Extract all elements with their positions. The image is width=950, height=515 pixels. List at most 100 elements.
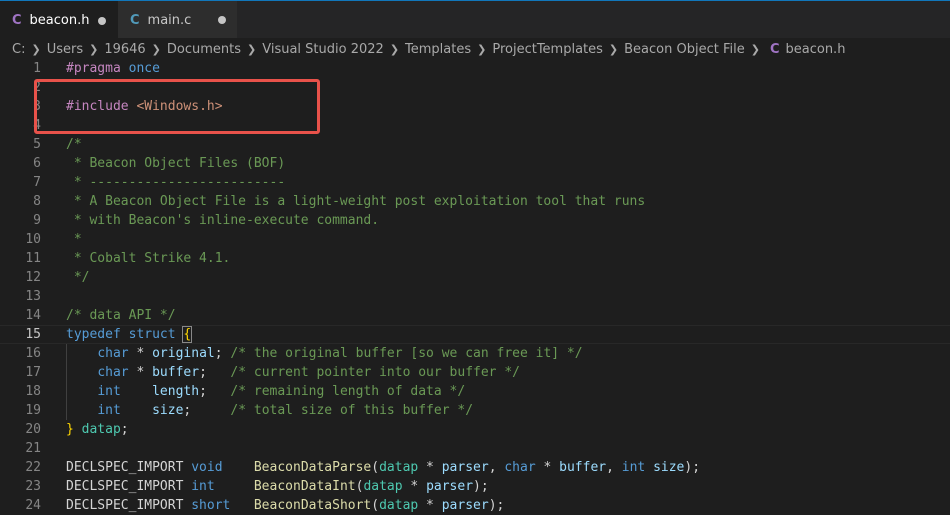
code-token: #pragma <box>66 61 121 76</box>
code-token: * Cobalt Strike 4.1. <box>66 251 231 266</box>
code-text: } datap; <box>66 420 129 439</box>
line-number: 5 <box>33 137 41 152</box>
code-text: * <box>66 230 82 249</box>
code-line[interactable]: 1 #pragma once <box>0 59 950 78</box>
breadcrumb-item[interactable]: Visual Studio 2022 <box>262 42 384 57</box>
breadcrumb-item[interactable]: Users <box>47 42 83 57</box>
code-token: /* remaining length of data */ <box>230 384 466 399</box>
code-token: * <box>128 365 153 380</box>
code-line[interactable]: 14 /* data API */ <box>0 306 950 325</box>
line-number: 24 <box>25 498 41 513</box>
code-text: int length; /* remaining length of data … <box>66 382 465 401</box>
code-token: * ------------------------- <box>66 175 286 190</box>
line-number: 18 <box>25 384 41 399</box>
code-token: int <box>97 403 121 418</box>
code-token: datap <box>379 498 419 513</box>
code-line[interactable]: 23 DECLSPEC_IMPORT int BeaconDataInt(data… <box>0 477 950 496</box>
code-line[interactable]: 19 int size; /* total size of this buffe… <box>0 401 950 420</box>
code-line[interactable]: 20 } datap; <box>0 420 950 439</box>
c-file-icon: C <box>769 41 780 57</box>
code-text: char * buffer; /* current pointer into o… <box>66 363 520 382</box>
line-number: 12 <box>25 270 41 285</box>
code-line[interactable]: 7 * ------------------------- <box>0 173 950 192</box>
code-token: char <box>97 365 129 380</box>
unsaved-dot-icon[interactable] <box>218 16 226 24</box>
chevron-right-icon: ❯ <box>89 42 99 56</box>
code-line[interactable]: 16 char * original; /* the original buff… <box>0 344 950 363</box>
code-token: ; <box>214 346 231 361</box>
tab-label: main.c <box>147 12 192 28</box>
code-line[interactable]: 18 int length; /* remaining length of da… <box>0 382 950 401</box>
line-number: 16 <box>25 346 41 361</box>
breadcrumb-file[interactable]: beacon.h <box>786 42 846 57</box>
code-token: DECLSPEC_IMPORT <box>66 460 192 475</box>
code-line[interactable]: 15 typedef struct { <box>0 325 950 344</box>
code-line[interactable]: 12 */ <box>0 268 950 287</box>
code-token: size <box>152 403 184 418</box>
code-line[interactable]: 6 * Beacon Object Files (BOF) <box>0 154 950 173</box>
code-token: BeaconDataParse <box>253 460 372 475</box>
code-token: int <box>97 384 121 399</box>
code-text: */ <box>66 268 90 287</box>
code-line[interactable]: 9 * with Beacon's inline-execute command… <box>0 211 950 230</box>
breadcrumb-item[interactable]: Documents <box>167 42 241 57</box>
code-token: * <box>402 479 427 494</box>
code-line[interactable]: 17 char * buffer; /* current pointer int… <box>0 363 950 382</box>
code-token: datap <box>81 422 121 437</box>
highlight-annotation-box <box>34 79 320 134</box>
line-number: 8 <box>33 194 41 209</box>
code-token: * <box>535 460 560 475</box>
unsaved-dot-icon[interactable] <box>98 17 106 25</box>
code-token: /* data API */ <box>66 308 176 323</box>
code-token: * <box>66 232 82 247</box>
code-line[interactable]: 13 <box>0 287 950 306</box>
code-token: int <box>191 479 215 494</box>
tab-main-c[interactable]: C main.c <box>118 1 238 39</box>
breadcrumb-item[interactable]: 19646 <box>104 42 145 57</box>
code-line[interactable]: 8 * A Beacon Object File is a light-weig… <box>0 192 950 211</box>
breadcrumb-item[interactable]: C: <box>12 42 25 57</box>
line-number: 17 <box>25 365 41 380</box>
code-text: * Beacon Object Files (BOF) <box>66 154 285 173</box>
tab-label: beacon.h <box>29 13 90 28</box>
code-token: ); <box>488 498 505 513</box>
code-token: BeaconDataShort <box>253 498 372 513</box>
code-text: #pragma once <box>66 59 160 78</box>
code-token: /* total size of this buffer */ <box>230 403 474 418</box>
code-token: /* the original buffer [so we can free i… <box>230 346 583 361</box>
code-line[interactable]: 21 <box>0 439 950 458</box>
code-token: /* <box>66 137 82 152</box>
code-line[interactable]: 22 DECLSPEC_IMPORT void BeaconDataParse(d… <box>0 458 950 477</box>
code-text: typedef struct { <box>66 326 193 343</box>
chevron-right-icon: ❯ <box>31 42 41 56</box>
line-number: 23 <box>25 479 41 494</box>
tab-beacon-h[interactable]: C beacon.h <box>0 1 118 39</box>
code-token: ); <box>684 460 701 475</box>
breadcrumb-item[interactable]: ProjectTemplates <box>492 42 603 57</box>
code-line[interactable]: 11 * Cobalt Strike 4.1. <box>0 249 950 268</box>
code-text: DECLSPEC_IMPORT int BeaconDataInt(datap … <box>66 477 489 496</box>
code-token: */ <box>66 270 90 285</box>
code-token: DECLSPEC_IMPORT <box>66 479 192 494</box>
breadcrumb-item[interactable]: Templates <box>405 42 471 57</box>
line-number: 14 <box>25 308 41 323</box>
code-token: ; <box>183 403 231 418</box>
code-token: typedef <box>66 327 121 342</box>
code-token: ); <box>473 479 489 494</box>
code-token: BeaconDataInt <box>253 479 356 494</box>
code-token: char <box>97 346 129 361</box>
code-token: { <box>182 326 193 343</box>
code-line[interactable]: 10 * <box>0 230 950 249</box>
code-line[interactable]: 5 /* <box>0 135 950 154</box>
breadcrumb-item[interactable]: Beacon Object File <box>624 42 745 57</box>
code-line[interactable]: 24 DECLSPEC_IMPORT short BeaconDataShort(… <box>0 496 950 515</box>
line-number: 20 <box>25 422 41 437</box>
